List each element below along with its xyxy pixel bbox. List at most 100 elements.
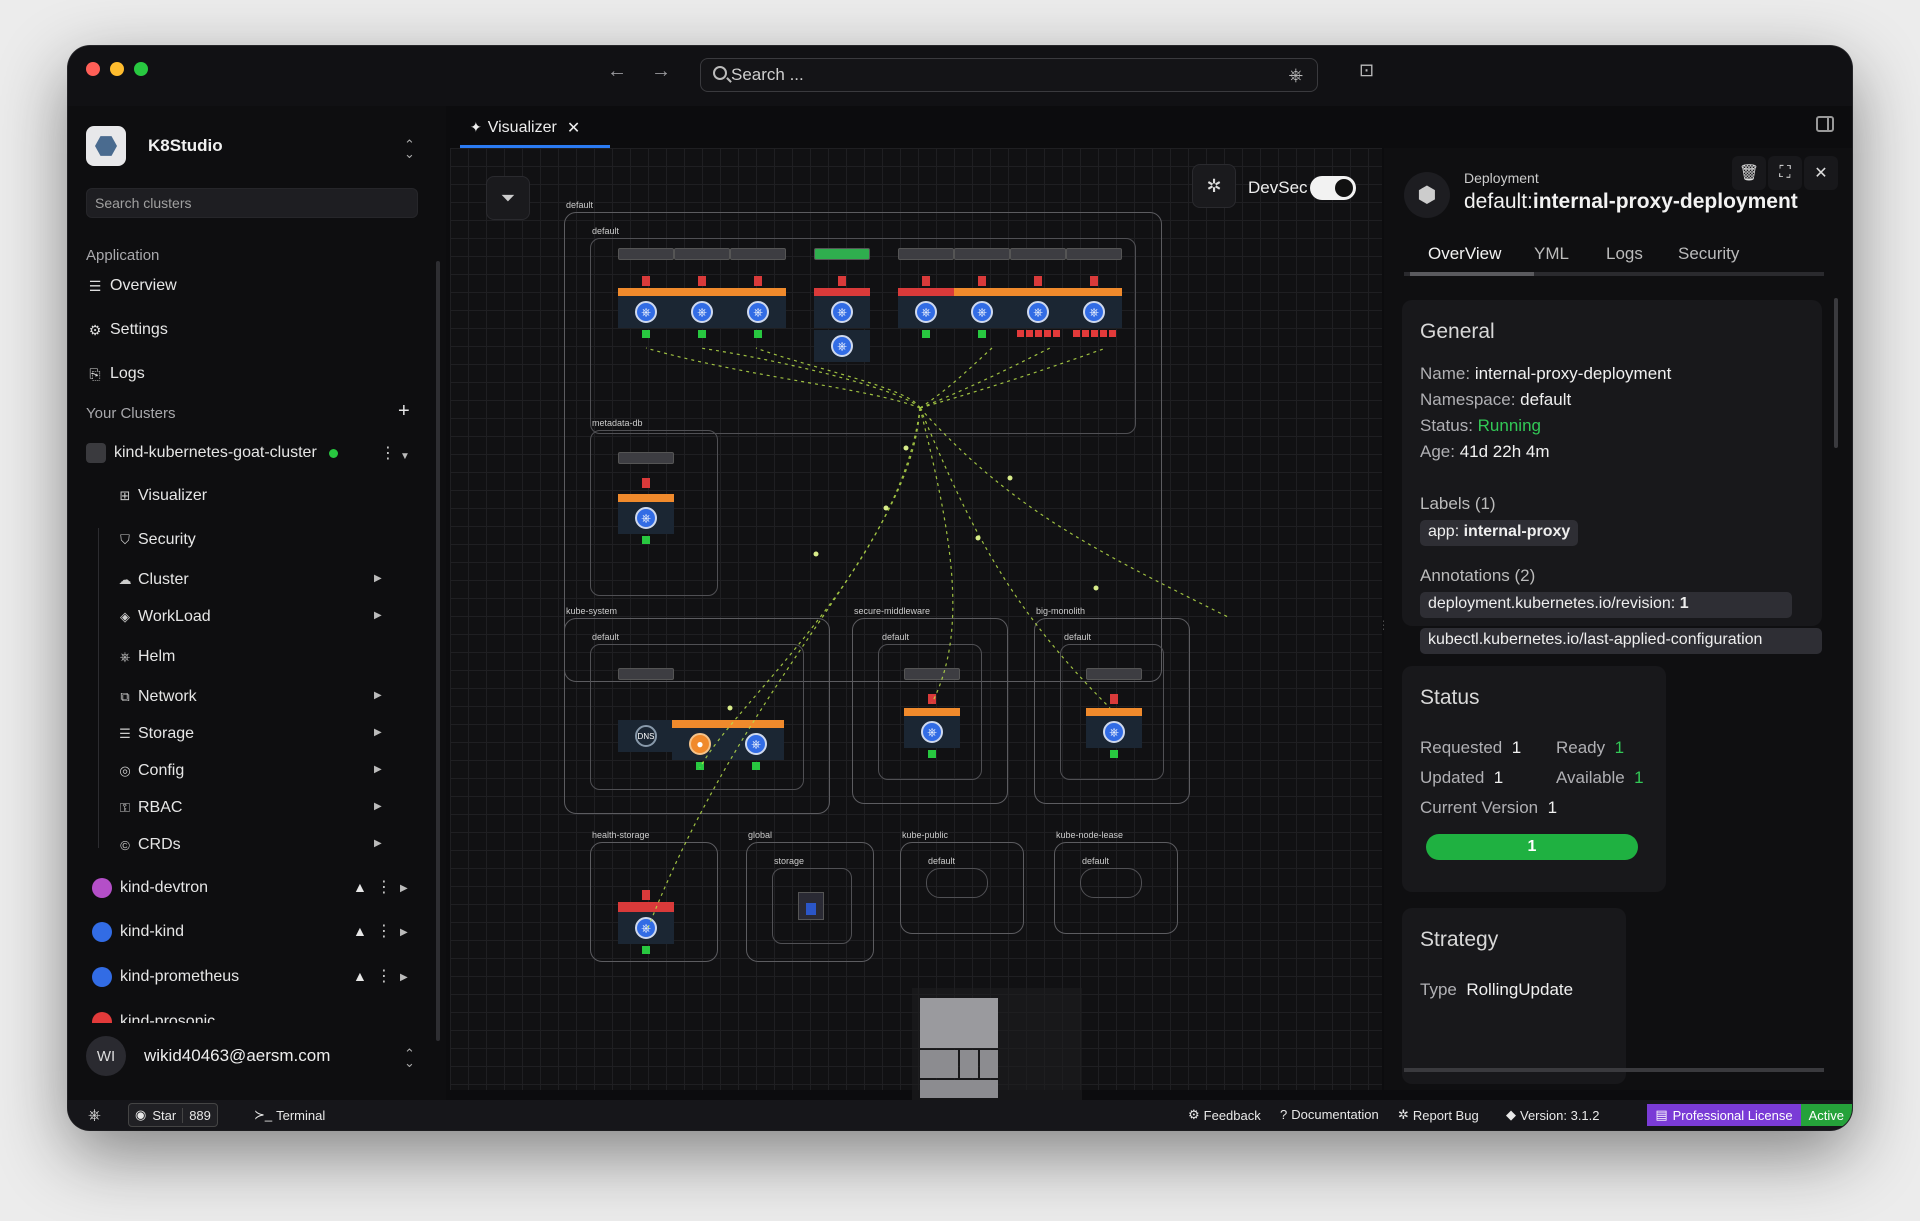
- report-bug-button[interactable]: ✲ Report Bug: [1398, 1107, 1479, 1123]
- pod-default-5[interactable]: ⎈: [898, 248, 954, 338]
- cluster-menu-icon[interactable]: ⋮: [380, 446, 396, 462]
- active-cluster[interactable]: kind-kubernetes-goat-cluster: [86, 438, 338, 468]
- pod-kindnet[interactable]: ⎈: [728, 720, 784, 770]
- sidebar-scrollbar[interactable]: [436, 261, 440, 1041]
- visualizer-canvas[interactable]: ⏷ ✲ DevSec default default ⎈ ⎈ ⎈ ⎈ ⎈ ⎈ ⎈ ⎈ ⎈ met…: [450, 148, 1564, 1130]
- chevron-right-icon[interactable]: ▶: [374, 764, 382, 775]
- chevron-right-icon[interactable]: ▶: [374, 838, 382, 849]
- trash-icon[interactable]: 🗑: [1732, 156, 1766, 190]
- chevron-right-icon[interactable]: ▶: [374, 801, 382, 812]
- forward-arrow-icon[interactable]: →: [651, 60, 671, 83]
- cluster-search-input[interactable]: [87, 189, 417, 217]
- sidebar-item-rbac[interactable]: ⚿ RBAC: [116, 794, 182, 822]
- kubernetes-icon[interactable]: ⎈: [1289, 65, 1303, 86]
- license-badge[interactable]: ▤ Professional License Active: [1647, 1104, 1852, 1126]
- feedback-button[interactable]: ⚙ Feedback: [1188, 1107, 1261, 1123]
- sidebar-item-network[interactable]: ⧉ Network: [116, 683, 196, 711]
- pod-secure-middleware[interactable]: ⎈: [904, 668, 960, 758]
- cluster-kind-devtron[interactable]: kind-devtron: [92, 873, 208, 903]
- chevron-right-icon[interactable]: ▶: [374, 727, 382, 738]
- cluster-menu-icon[interactable]: ⋮: [376, 969, 392, 985]
- pod-default-2[interactable]: ⎈: [674, 248, 730, 338]
- tab-logs[interactable]: Logs: [1606, 244, 1643, 264]
- pod-default-4[interactable]: ⎈: [814, 248, 870, 338]
- pod-default-6[interactable]: ⎈: [954, 248, 1010, 338]
- cluster-kind-prometheus[interactable]: kind-prometheus: [92, 962, 239, 992]
- label-pill[interactable]: app: internal-proxy: [1420, 520, 1579, 546]
- maximize-window-button[interactable]: [134, 62, 148, 76]
- sidebar-item-cluster[interactable]: ☁ Cluster: [116, 566, 189, 594]
- sidebar-item-config[interactable]: ◎ Config: [116, 757, 184, 785]
- add-cluster-icon[interactable]: +: [398, 400, 410, 423]
- pod-default-1[interactable]: ⎈: [618, 248, 674, 338]
- chevron-right-icon[interactable]: ▶: [400, 927, 408, 938]
- pod-metadata-db[interactable]: ⎈: [618, 452, 674, 544]
- chevron-right-icon[interactable]: ▶: [400, 972, 408, 983]
- minimap-viewport[interactable]: [920, 998, 1000, 1100]
- close-tab-icon[interactable]: ✕: [567, 118, 580, 138]
- cluster-kind-prosonic[interactable]: kind-prosonic: [92, 1007, 392, 1023]
- chevron-updown-icon[interactable]: ⌃ ⌄: [404, 138, 415, 160]
- namespace-title: kube-node-lease: [1056, 830, 1124, 840]
- kv-value: 41d 22h 4m: [1459, 442, 1550, 461]
- filter-button[interactable]: ⏷: [486, 176, 530, 220]
- storage-item[interactable]: [798, 892, 824, 920]
- sidebar-item-label: RBAC: [138, 799, 183, 816]
- pod-kube-proxy[interactable]: ●: [672, 720, 728, 770]
- chevron-down-icon[interactable]: ▼: [400, 451, 410, 462]
- tab-yml[interactable]: YML: [1534, 244, 1569, 264]
- tab-overview[interactable]: OverView: [1428, 244, 1501, 264]
- cluster-menu-icon[interactable]: ⋮: [376, 880, 392, 896]
- detail-scrollbar[interactable]: [1834, 298, 1838, 448]
- kubernetes-icon[interactable]: ⎈: [88, 1107, 101, 1125]
- cluster-kind-kind[interactable]: kind-kind: [92, 917, 184, 947]
- back-arrow-icon[interactable]: ←: [607, 60, 627, 83]
- tab-security[interactable]: Security: [1678, 244, 1739, 264]
- terminal-button[interactable]: ≻_ Terminal: [254, 1107, 325, 1123]
- sidebar-item-security[interactable]: ⛉ Security: [116, 526, 196, 554]
- chevron-right-icon[interactable]: ▶: [400, 883, 408, 894]
- pod-default-8[interactable]: ⎈: [1066, 248, 1122, 337]
- bug-icon[interactable]: ✲: [1192, 164, 1236, 208]
- sidebar-item-visualizer[interactable]: ⊞ Visualizer: [116, 482, 208, 510]
- sidebar-item-storage[interactable]: ☰ Storage: [116, 720, 194, 748]
- pod-default-7[interactable]: ⎈: [1010, 248, 1066, 337]
- github-star-button[interactable]: ◉ Star 889: [128, 1103, 218, 1127]
- annotation-pill[interactable]: kubectl.kubernetes.io/last-applied-confi…: [1420, 628, 1822, 654]
- cluster-menu-icon[interactable]: ⋮: [376, 924, 392, 940]
- pod-alert: [642, 890, 650, 900]
- chevron-updown-icon[interactable]: ⌃ ⌄: [404, 1047, 415, 1069]
- sidebar-item-crds[interactable]: © CRDs: [116, 831, 180, 859]
- pod-big-monolith[interactable]: ⎈: [1086, 668, 1142, 758]
- sidebar-item-overview[interactable]: ☰ Overview: [86, 271, 177, 301]
- panel-toggle-icon[interactable]: [1816, 116, 1834, 132]
- chevron-right-icon[interactable]: ▶: [374, 690, 382, 701]
- deployment-group-kube-node-lease[interactable]: [1080, 868, 1142, 898]
- pod-coredns[interactable]: DNS: [618, 668, 674, 752]
- sidebar-item-settings[interactable]: ⚙ Settings: [86, 315, 168, 345]
- sidebar-item-label: Visualizer: [138, 487, 208, 504]
- sidebar-item-workload[interactable]: ◈ WorkLoad: [116, 603, 211, 631]
- app-name: K8Studio: [148, 136, 223, 155]
- user-menu[interactable]: WI wikid40463@aersm.com: [86, 1036, 330, 1076]
- global-search[interactable]: ⎈: [700, 58, 1318, 92]
- chevron-right-icon[interactable]: ▶: [374, 573, 382, 584]
- documentation-button[interactable]: ? Documentation: [1280, 1107, 1379, 1122]
- deployment-group-kube-public[interactable]: [926, 868, 988, 898]
- minimize-window-button[interactable]: [110, 62, 124, 76]
- pod-default-3[interactable]: ⎈: [730, 248, 786, 338]
- close-icon[interactable]: ✕: [1804, 156, 1838, 190]
- cluster-search[interactable]: [86, 188, 418, 218]
- devsec-toggle[interactable]: [1310, 176, 1356, 200]
- search-input[interactable]: [731, 65, 1231, 85]
- close-window-button[interactable]: [86, 62, 100, 76]
- pod-default-replica[interactable]: ⎈: [814, 330, 870, 362]
- sidebar-item-helm[interactable]: ⎈ Helm: [116, 643, 176, 671]
- tab-visualizer[interactable]: ✦ Visualizer ✕: [460, 110, 610, 148]
- annotation-pill[interactable]: deployment.kubernetes.io/revision: 1: [1420, 592, 1792, 618]
- expand-icon[interactable]: ⛶: [1768, 156, 1802, 190]
- sidebar-item-logs[interactable]: ⎘ Logs: [86, 359, 144, 389]
- pod-health-check[interactable]: ⎈: [618, 890, 674, 954]
- robot-icon[interactable]: ⊡: [1359, 60, 1374, 81]
- chevron-right-icon[interactable]: ▶: [374, 610, 382, 621]
